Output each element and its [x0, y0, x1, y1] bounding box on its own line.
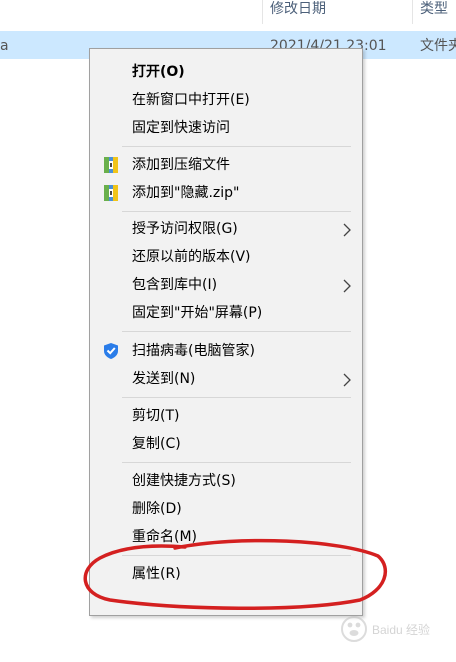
menu-item-open[interactable]: 打开(O) [90, 59, 362, 86]
column-divider[interactable] [262, 0, 263, 24]
menu-item-cut[interactable]: 剪切(T) [90, 403, 362, 430]
column-header-type[interactable]: 类型 [420, 0, 448, 18]
watermark-text: Baidu 经验 [372, 622, 430, 637]
menu-item-label: 还原以前的版本(V) [132, 249, 251, 265]
shield-icon [102, 342, 120, 360]
column-divider[interactable] [412, 0, 413, 24]
winrar-archive-icon [102, 156, 120, 174]
menu-separator [122, 555, 351, 556]
menu-item-add-to-archive[interactable]: 添加到压缩文件 [90, 152, 362, 179]
file-type: 文件夹 [420, 38, 456, 54]
menu-item-create-shortcut[interactable]: 创建快捷方式(S) [90, 468, 362, 495]
menu-item-label: 扫描病毒(电脑管家) [132, 343, 255, 359]
menu-item-pin-start[interactable]: 固定到"开始"屏幕(P) [90, 300, 362, 327]
menu-item-grant-access[interactable]: 授予访问权限(G) [90, 216, 362, 243]
menu-item-rename[interactable]: 重命名(M) [90, 524, 362, 551]
menu-item-label: 添加到压缩文件 [132, 157, 230, 173]
menu-item-restore-versions[interactable]: 还原以前的版本(V) [90, 244, 362, 271]
menu-item-label: 固定到快速访问 [132, 120, 230, 136]
menu-item-copy[interactable]: 复制(C) [90, 431, 362, 458]
file-name-fragment: a [0, 38, 9, 54]
menu-item-label: 固定到"开始"屏幕(P) [132, 305, 263, 321]
menu-item-add-to-zip[interactable]: 添加到"隐藏.zip" [90, 180, 362, 207]
menu-item-properties[interactable]: 属性(R) [90, 561, 362, 588]
menu-separator [122, 211, 351, 212]
menu-item-label: 添加到"隐藏.zip" [132, 185, 240, 201]
menu-separator [122, 146, 351, 147]
menu-separator [122, 331, 351, 332]
menu-separator [122, 397, 351, 398]
menu-item-scan-virus[interactable]: 扫描病毒(电脑管家) [90, 338, 362, 365]
chevron-right-icon [343, 279, 351, 293]
menu-item-label: 在新窗口中打开(E) [132, 92, 250, 108]
winrar-archive-icon [102, 184, 120, 202]
menu-item-label: 包含到库中(I) [132, 277, 218, 293]
chevron-right-icon [343, 223, 351, 237]
menu-item-open-new-window[interactable]: 在新窗口中打开(E) [90, 87, 362, 114]
menu-item-label: 复制(C) [132, 436, 181, 452]
menu-item-label: 发送到(N) [132, 371, 196, 387]
menu-item-delete[interactable]: 删除(D) [90, 496, 362, 523]
menu-item-label: 授予访问权限(G) [132, 221, 238, 237]
menu-item-label: 删除(D) [132, 501, 182, 517]
menu-item-label: 剪切(T) [132, 408, 180, 424]
menu-item-pin-quick-access[interactable]: 固定到快速访问 [90, 115, 362, 142]
menu-item-send-to[interactable]: 发送到(N) [90, 366, 362, 393]
menu-item-include-library[interactable]: 包含到库中(I) [90, 272, 362, 299]
menu-item-label: 属性(R) [132, 566, 181, 582]
column-header-modified[interactable]: 修改日期 [270, 0, 326, 18]
menu-item-label: 重命名(M) [132, 529, 198, 545]
column-header: 修改日期 类型 [0, 0, 456, 30]
chevron-right-icon [343, 373, 351, 387]
context-menu: 打开(O) 在新窗口中打开(E) 固定到快速访问 添加到压缩文件 添加到"隐藏.… [89, 48, 363, 616]
watermark: Baidu 经验 [338, 612, 450, 646]
menu-separator [122, 462, 351, 463]
menu-item-label: 创建快捷方式(S) [132, 473, 236, 489]
menu-item-label: 打开(O) [132, 64, 185, 80]
